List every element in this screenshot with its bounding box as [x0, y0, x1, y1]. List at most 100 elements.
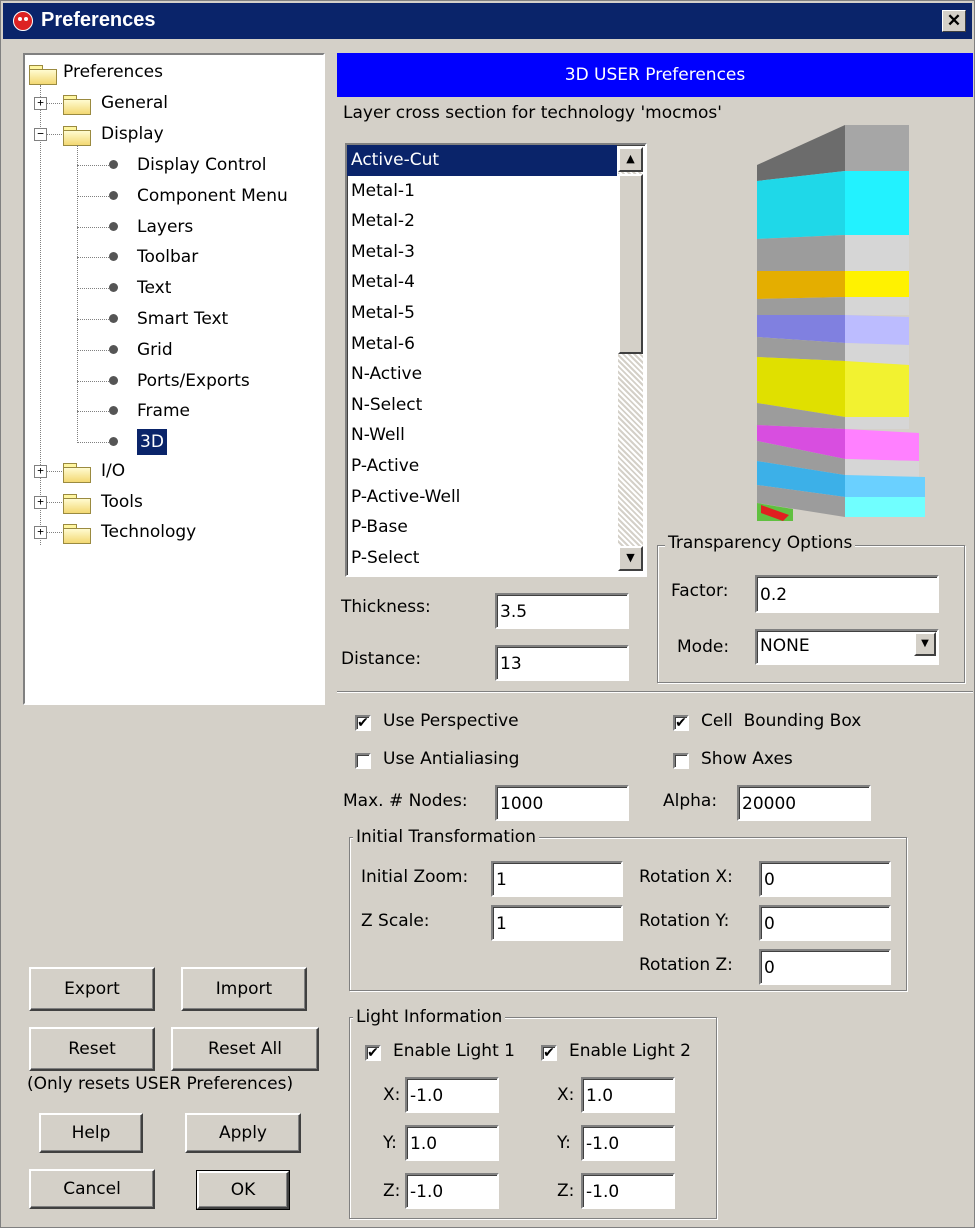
cell-bounding-box-checkbox[interactable]: ✔	[673, 715, 689, 731]
layer-list-item[interactable]: Active-Cut	[347, 145, 617, 176]
tree-item-display-control[interactable]: Display Control	[137, 152, 267, 178]
layer-list-item[interactable]: P-Select	[347, 543, 617, 574]
thickness-field[interactable]: 3.5	[495, 593, 629, 629]
max-nodes-field[interactable]: 1000	[495, 785, 629, 821]
layer-list-item[interactable]: P-Active	[347, 451, 617, 482]
window-title: Preferences	[41, 9, 156, 31]
import-button[interactable]: Import	[181, 967, 307, 1011]
layer-slab-right	[845, 125, 909, 171]
layer-list-item[interactable]: Metal-5	[347, 298, 617, 329]
expand-icon[interactable]: +	[34, 526, 47, 539]
tree-item-layers[interactable]: Layers	[137, 214, 193, 240]
layer-list-item[interactable]: N-Select	[347, 390, 617, 421]
tree-item-technology[interactable]: Technology	[101, 519, 196, 545]
light-2-y-label: Y:	[557, 1133, 571, 1153]
preferences-tree[interactable]: Preferences + General − Display Display …	[23, 53, 325, 705]
reset-all-button[interactable]: Reset All	[171, 1027, 319, 1071]
light-2-z-field[interactable]: -1.0	[581, 1173, 675, 1209]
expand-icon[interactable]: +	[34, 496, 47, 509]
apply-button[interactable]: Apply	[185, 1113, 301, 1153]
tree-item-text[interactable]: Text	[137, 275, 171, 301]
bullet-icon	[109, 221, 118, 231]
max-nodes-label: Max. # Nodes:	[343, 791, 468, 811]
mode-select[interactable]: NONE ▼	[755, 629, 939, 665]
tree-item-3d[interactable]: 3D	[137, 429, 167, 456]
layer-slab-right	[845, 315, 909, 345]
layer-list-scrollbar[interactable]: ▲ ▼	[618, 147, 643, 571]
scroll-thumb[interactable]	[618, 174, 643, 354]
tree-item-preferences[interactable]: Preferences	[63, 59, 163, 85]
distance-label: Distance:	[341, 649, 422, 669]
ok-button[interactable]: OK	[196, 1170, 290, 1210]
light-1-x-field[interactable]: -1.0	[405, 1077, 499, 1113]
rotation-x-field[interactable]: 0	[759, 861, 891, 897]
layer-list-item[interactable]: P-Base	[347, 512, 617, 543]
scroll-up-icon[interactable]: ▲	[618, 147, 643, 172]
tree-item-frame[interactable]: Frame	[137, 398, 190, 424]
light-1-x-label: X:	[383, 1085, 401, 1105]
rotation-z-field[interactable]: 0	[759, 949, 891, 985]
light-1-z-field[interactable]: -1.0	[405, 1173, 499, 1209]
tree-item-general[interactable]: General	[101, 90, 168, 116]
layer-slab-right	[845, 361, 909, 417]
tree-item-grid[interactable]: Grid	[137, 337, 173, 363]
light-2-x-field[interactable]: 1.0	[581, 1077, 675, 1113]
tree-item-tools[interactable]: Tools	[101, 489, 143, 515]
reset-button[interactable]: Reset	[29, 1027, 155, 1071]
tree-item-display[interactable]: Display	[101, 121, 164, 147]
layer-list[interactable]: Active-Cut Metal-1 Metal-2 Metal-3 Metal-4 Me…	[345, 143, 647, 577]
use-perspective-checkbox[interactable]: ✔	[355, 715, 371, 731]
tree-item-component-menu[interactable]: Component Menu	[137, 183, 288, 209]
light-2-y-field[interactable]: -1.0	[581, 1125, 675, 1161]
tree-item-toolbar[interactable]: Toolbar	[137, 244, 198, 270]
scroll-down-icon[interactable]: ▼	[618, 546, 643, 571]
folder-icon	[63, 126, 91, 146]
layer-slab-right	[845, 235, 909, 271]
enable-light-2-checkbox[interactable]: ✔	[541, 1045, 557, 1061]
tree-item-smart-text[interactable]: Smart Text	[137, 306, 228, 332]
rotation-y-field[interactable]: 0	[759, 905, 891, 941]
bullet-icon	[109, 314, 118, 323]
layer-list-item[interactable]: Metal-3	[347, 237, 617, 268]
collapse-icon[interactable]: −	[34, 128, 47, 141]
layer-list-item[interactable]: Metal-1	[347, 176, 617, 207]
bullet-icon	[109, 160, 118, 169]
layer-list-item[interactable]: Metal-4	[347, 267, 617, 298]
bullet-icon	[109, 344, 118, 354]
layer-list-item[interactable]: Metal-6	[347, 329, 617, 360]
show-axes-checkbox[interactable]	[673, 753, 689, 769]
tree-item-io[interactable]: I/O	[101, 458, 125, 484]
layer-list-item[interactable]: P-Active-Well	[347, 482, 617, 513]
alpha-field[interactable]: 20000	[737, 785, 871, 821]
show-axes-label: Show Axes	[701, 749, 793, 769]
distance-field[interactable]: 13	[495, 645, 629, 681]
initial-zoom-field[interactable]: 1	[491, 861, 623, 897]
bullet-icon	[109, 252, 118, 262]
use-antialiasing-checkbox[interactable]	[355, 753, 371, 769]
expand-icon[interactable]: +	[34, 97, 47, 110]
enable-light-1-checkbox[interactable]: ✔	[365, 1045, 381, 1061]
checkmark-icon: ✔	[543, 1045, 555, 1061]
panel-header: 3D USER Preferences	[337, 53, 973, 97]
factor-field[interactable]: 0.2	[755, 575, 939, 613]
rotation-x-label: Rotation X:	[639, 867, 733, 887]
chevron-down-icon[interactable]: ▼	[914, 632, 936, 656]
export-button[interactable]: Export	[29, 967, 155, 1011]
title-bar[interactable]: Preferences ✕	[3, 3, 972, 39]
cell-bounding-box-label: Cell Bounding Box	[701, 711, 862, 731]
layer-list-item[interactable]: Metal-2	[347, 206, 617, 237]
close-button[interactable]: ✕	[942, 10, 966, 32]
enable-light-2-label: Enable Light 2	[569, 1041, 691, 1061]
cancel-button[interactable]: Cancel	[29, 1169, 155, 1209]
light-1-y-field[interactable]: 1.0	[405, 1125, 499, 1161]
help-button[interactable]: Help	[39, 1113, 143, 1153]
expand-icon[interactable]: +	[34, 465, 47, 478]
z-scale-field[interactable]: 1	[491, 905, 623, 941]
layer-list-item[interactable]: N-Well	[347, 420, 617, 451]
layer-list-item[interactable]: N-Active	[347, 359, 617, 390]
rotation-y-label: Rotation Y:	[639, 911, 730, 931]
light-1-y-label: Y:	[383, 1133, 397, 1153]
bullet-icon	[109, 437, 118, 447]
tree-item-ports-exports[interactable]: Ports/Exports	[137, 368, 250, 394]
light-information-title: Light Information	[353, 1007, 506, 1027]
